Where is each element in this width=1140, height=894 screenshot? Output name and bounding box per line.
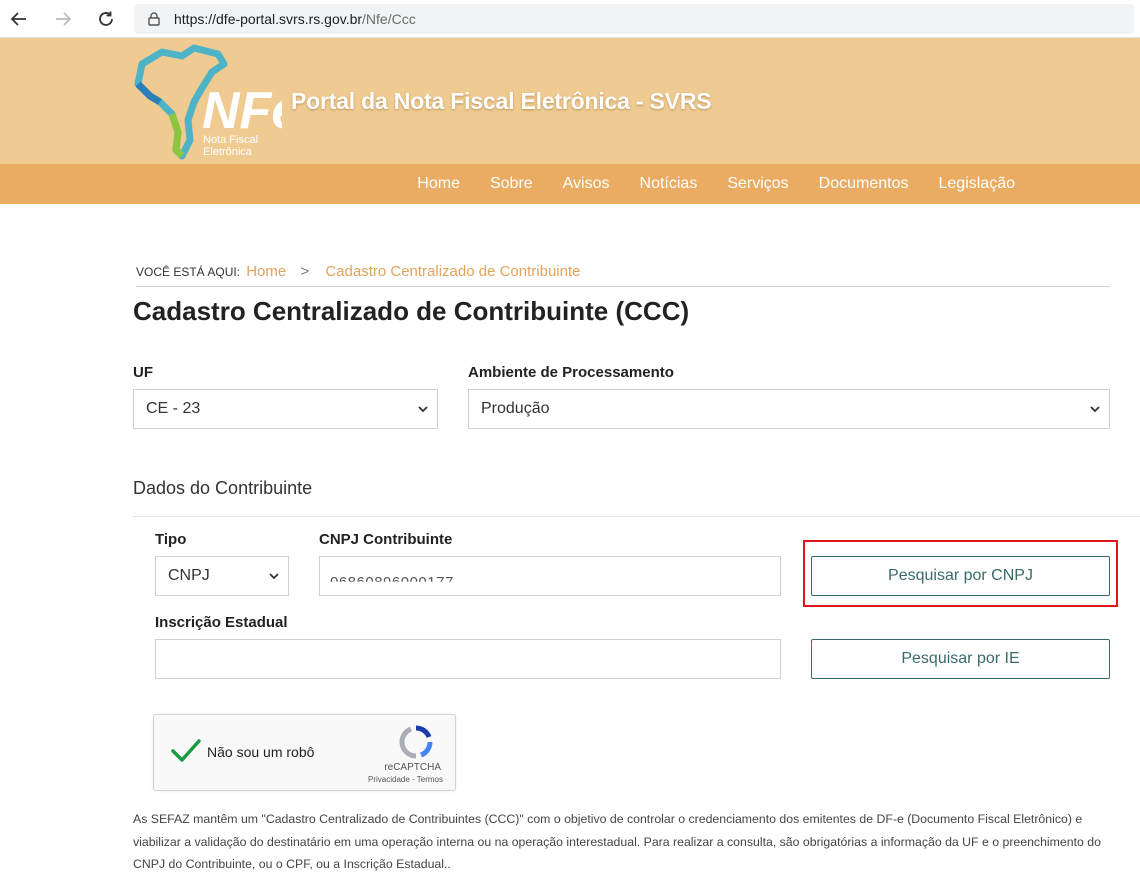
recaptcha-terms-link[interactable]: Privacidade - Termos [368, 775, 443, 784]
checkmark-icon[interactable] [170, 737, 202, 770]
recaptcha-widget[interactable]: Não sou um robô reCAPTCHA Privacidade - … [153, 714, 456, 791]
breadcrumb: Você está aqui: Home > Cadastro Centrali… [136, 263, 1110, 287]
chevron-down-icon [269, 573, 279, 580]
cnpj-input-value: 06860896000177 [330, 573, 454, 591]
recaptcha-logo-icon [399, 725, 433, 764]
tipo-select-value: CNPJ [168, 567, 210, 584]
reload-icon[interactable] [93, 6, 119, 32]
ambiente-select[interactable]: Produção [468, 389, 1110, 429]
ie-label: Inscrição Estadual [155, 614, 288, 631]
search-ie-button[interactable]: Pesquisar por IE [811, 639, 1110, 679]
url-host: https://dfe-portal.svrs.rs.gov.br [174, 11, 363, 27]
section-title: Dados do Contribuinte [133, 478, 313, 498]
uf-select[interactable]: CE - 23 [133, 389, 438, 429]
recaptcha-label: Não sou um robô [207, 744, 315, 760]
cnpj-input[interactable]: 06860896000177 [319, 556, 781, 596]
nav-servicos[interactable]: Serviços [727, 175, 788, 193]
chevron-down-icon [1090, 406, 1100, 413]
site-title: Portal da Nota Fiscal Eletrônica - SVRS [291, 88, 712, 114]
tipo-select[interactable]: CNPJ [155, 556, 289, 596]
lock-icon [148, 12, 160, 26]
nav-home[interactable]: Home [417, 175, 460, 193]
chevron-down-icon [418, 406, 428, 413]
site-header: NFe Nota Fiscal Eletrônica Portal da Not… [0, 38, 1140, 164]
nav-sobre[interactable]: Sobre [490, 175, 533, 193]
logo-subtitle-2: Eletrônica [203, 146, 253, 158]
breadcrumb-label: Você está aqui: [136, 265, 241, 279]
ambiente-label: Ambiente de Processamento [468, 364, 674, 381]
cnpj-label: CNPJ Contribuinte [319, 531, 453, 548]
address-bar[interactable]: https://dfe-portal.svrs.rs.gov.br/Nfe/Cc… [134, 4, 1134, 34]
main-nav: Home Sobre Avisos Notícias Serviços Docu… [0, 164, 1140, 204]
highlight-box [803, 540, 1118, 607]
nav-documentos[interactable]: Documentos [819, 175, 909, 193]
browser-toolbar: https://dfe-portal.svrs.rs.gov.br/Nfe/Cc… [0, 0, 1140, 38]
forward-icon[interactable] [50, 6, 76, 32]
breadcrumb-home[interactable]: Home [246, 263, 286, 280]
recaptcha-brand: reCAPTCHA [384, 762, 441, 773]
uf-label: UF [133, 364, 153, 381]
page-title: Cadastro Centralizado de Contribuinte (C… [133, 296, 690, 326]
section-divider [133, 516, 1140, 517]
nav-legislacao[interactable]: Legislação [939, 175, 1016, 193]
url-path: /Nfe/Ccc [362, 11, 416, 27]
ie-input[interactable] [155, 639, 781, 679]
breadcrumb-separator: > [300, 263, 310, 280]
nav-avisos[interactable]: Avisos [563, 175, 610, 193]
logo-subtitle-1: Nota Fiscal [203, 134, 258, 146]
ambiente-select-value: Produção [481, 400, 550, 417]
uf-select-value: CE - 23 [146, 400, 201, 417]
back-icon[interactable] [6, 6, 32, 32]
breadcrumb-current[interactable]: Cadastro Centralizado de Contribuinte [325, 263, 580, 280]
nfe-logo[interactable]: NFe Nota Fiscal Eletrônica [132, 44, 300, 160]
nav-noticias[interactable]: Notícias [640, 175, 698, 193]
logo-text: NFe [202, 82, 282, 140]
description-text: As SEFAZ mantêm um "Cadastro Centralizad… [133, 812, 1101, 871]
tipo-label: Tipo [155, 531, 187, 548]
